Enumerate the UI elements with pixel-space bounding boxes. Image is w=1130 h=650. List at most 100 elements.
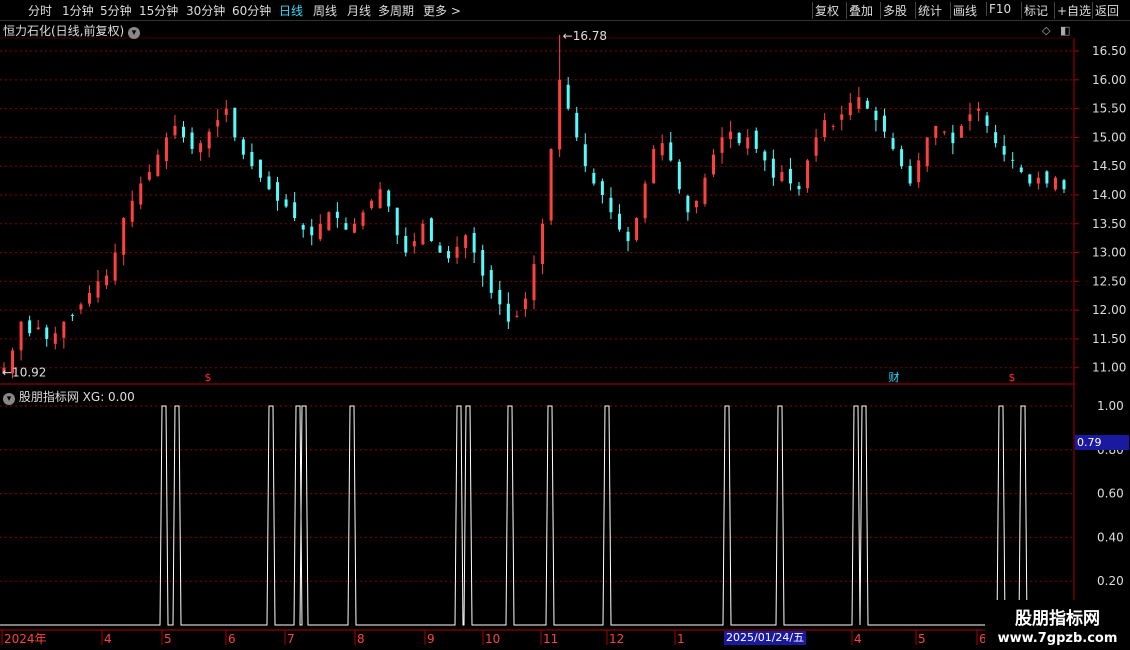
candle-body <box>643 183 647 219</box>
candle-body <box>1002 146 1006 155</box>
price-tick-label: 14.50 <box>1092 159 1126 173</box>
candle-body <box>823 120 827 138</box>
stock-title-text: 恒力石化(日线,前复权) <box>3 24 125 38</box>
candle-body <box>566 84 570 109</box>
candle-body <box>1028 174 1032 184</box>
candle-body <box>199 143 203 153</box>
candle-body <box>968 114 972 121</box>
candle-body <box>472 232 476 253</box>
price-tick-label: 12.00 <box>1092 303 1126 317</box>
candle-body <box>677 161 681 190</box>
candle-body <box>1019 167 1023 172</box>
candle-body <box>797 185 801 190</box>
candle-body <box>335 211 339 219</box>
candle-body <box>831 125 835 127</box>
candle-body <box>28 320 32 334</box>
cursor-value-label: 0.79 <box>1075 435 1129 450</box>
candle-body <box>284 199 288 207</box>
date-label: 4 <box>854 632 862 646</box>
candle-body <box>694 200 698 208</box>
date-label: 2024年 <box>4 632 47 646</box>
candle-body <box>438 245 442 253</box>
candle-body <box>660 143 664 156</box>
candle-body <box>45 327 49 339</box>
date-label: 9 <box>427 632 435 646</box>
candle-body <box>216 120 220 127</box>
candle-body <box>352 223 356 233</box>
date-label: 7 <box>287 632 295 646</box>
candle-body <box>19 321 23 351</box>
candle-body <box>857 97 861 109</box>
candle-body <box>412 241 416 247</box>
indicator-name: 股朋指标网 <box>18 390 79 404</box>
candle-body <box>515 315 519 317</box>
candle-body <box>925 137 929 167</box>
date-label: 11 <box>543 632 558 646</box>
chevron-down-icon[interactable]: ▾ <box>128 27 141 39</box>
panel-layout-icon: ◧ <box>1060 24 1070 37</box>
candle-body <box>318 223 322 240</box>
candle-body <box>635 218 639 241</box>
indicator-tick-label: 0.60 <box>1097 487 1124 501</box>
candle-body <box>737 132 741 144</box>
candle-body <box>583 144 587 167</box>
candle-body <box>959 125 963 138</box>
candle-body <box>344 223 348 230</box>
candle-body <box>387 190 391 207</box>
candle-body <box>130 200 134 222</box>
candle-body <box>122 218 126 255</box>
chevron-down-icon[interactable]: ▾ <box>3 393 15 405</box>
candle-body <box>310 226 314 236</box>
candle-body <box>771 158 775 178</box>
watermark-title: 股朋指标网 <box>1015 609 1100 629</box>
indicator-value: XG: 0.00 <box>82 390 135 404</box>
candle-body <box>532 264 536 301</box>
candle-body <box>241 139 245 155</box>
candle-body <box>293 202 297 219</box>
candle-body <box>523 298 527 310</box>
candle-body <box>182 126 186 138</box>
candle-body <box>600 181 604 195</box>
indicator-tick-label: 0.40 <box>1097 530 1124 544</box>
watermark: 股朋指标网 www.7gpzb.com <box>985 600 1130 650</box>
candle-body <box>378 189 382 208</box>
price-tick-label: 14.00 <box>1092 188 1126 202</box>
candle-body <box>506 303 510 322</box>
candle-body <box>207 131 211 149</box>
candle-body <box>361 212 365 226</box>
candle-body <box>105 275 109 286</box>
candle-body <box>429 218 433 242</box>
candle-body <box>942 131 946 133</box>
candle-body <box>1062 180 1066 190</box>
candle-body <box>1011 159 1015 161</box>
candle-body <box>113 252 117 281</box>
candle-body <box>258 159 262 178</box>
candle-body <box>874 110 878 121</box>
candle-body <box>558 79 562 150</box>
candle-body <box>489 270 493 293</box>
candle-body <box>891 138 895 149</box>
candle-body <box>900 149 904 167</box>
candle-body <box>720 137 724 153</box>
indicator-signal-line <box>0 405 1074 626</box>
candle-body <box>481 250 485 276</box>
price-tick-label: 16.00 <box>1092 73 1126 87</box>
candle-body <box>455 246 459 258</box>
candle-body <box>156 154 160 176</box>
candle-body <box>788 168 792 184</box>
candle-body <box>96 281 100 298</box>
candle-body <box>840 114 844 120</box>
candle-body <box>62 321 66 338</box>
price-tick-label: 13.50 <box>1092 217 1126 231</box>
date-label: 4 <box>104 632 112 646</box>
kline-chart[interactable]: 16.50 16.00 15.50 15.00 14.50 14.00 13.50 13.00… <box>0 0 1130 650</box>
candle-body <box>224 108 228 115</box>
candle-body <box>686 195 690 213</box>
candle-body <box>36 327 40 330</box>
candle-body <box>267 176 271 190</box>
candle-body <box>814 137 818 156</box>
candle-body <box>370 200 374 209</box>
candle-body <box>1045 171 1049 184</box>
candle-body <box>53 333 57 344</box>
price-tick-label: 11.50 <box>1092 332 1126 346</box>
